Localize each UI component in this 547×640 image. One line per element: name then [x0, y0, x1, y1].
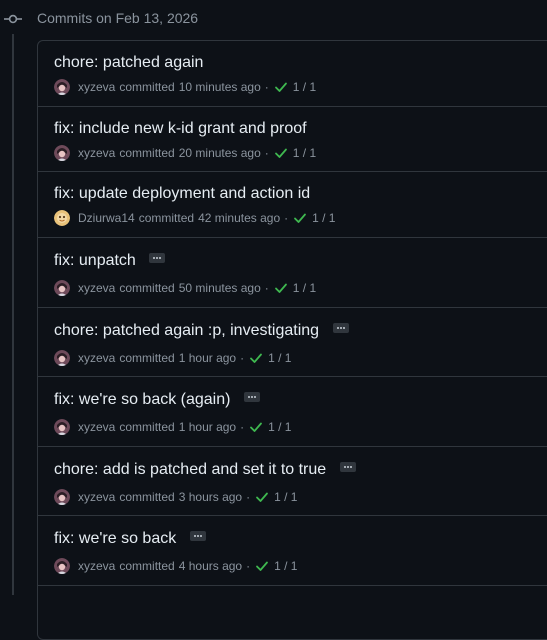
- avatar-xyzeva[interactable]: [54, 350, 70, 366]
- commit-author-link[interactable]: Dziurwa14: [78, 211, 135, 225]
- commit-row: fix: update deployment and action id Dzi…: [38, 172, 547, 238]
- check-icon[interactable]: [293, 211, 307, 225]
- commit-meta: xyzeva committed 1 hour ago · 1 / 1: [54, 418, 291, 436]
- commit-row: fix: include new k-id grant and proof xy…: [38, 107, 547, 172]
- commit-meta: Dziurwa14 committed 42 minutes ago · 1 /…: [54, 209, 335, 227]
- commit-message[interactable]: fix: we're so back (again): [54, 391, 230, 408]
- timeline-line: [12, 34, 14, 595]
- commit-author-link[interactable]: xyzeva: [78, 281, 115, 295]
- expand-commit-message-button[interactable]: [243, 391, 260, 402]
- check-status-count[interactable]: 1 / 1: [293, 80, 316, 94]
- check-icon[interactable]: [274, 80, 288, 94]
- check-icon[interactable]: [255, 490, 269, 504]
- avatar-xyzeva[interactable]: [54, 489, 70, 505]
- commit-message[interactable]: fix: unpatch: [54, 252, 136, 269]
- commit-title-link[interactable]: fix: include new k-id grant and proof: [54, 120, 307, 138]
- avatar-xyzeva[interactable]: [54, 558, 70, 574]
- check-status-count[interactable]: 1 / 1: [274, 559, 297, 573]
- commit-title-link[interactable]: fix: unpatch: [54, 252, 166, 270]
- commit-author-link[interactable]: xyzeva: [78, 351, 115, 365]
- commit-message[interactable]: chore: patched again :p, investigating: [54, 322, 319, 339]
- commit-row: chore: patched again :p, investigating x…: [38, 308, 547, 377]
- check-icon[interactable]: [249, 420, 263, 434]
- commit-day-header: Commits on Feb 13, 2026: [0, 0, 547, 36]
- check-status-count[interactable]: 1 / 1: [293, 146, 316, 160]
- commit-list: chore: patched again xyzeva committed 10…: [37, 40, 547, 640]
- committed-label: committed: [119, 281, 175, 295]
- commit-time: 4 hours ago: [178, 559, 243, 573]
- commit-time: 20 minutes ago: [178, 146, 261, 160]
- committed-label: committed: [119, 559, 175, 573]
- committed-label: committed: [119, 490, 175, 504]
- committed-label: committed: [119, 80, 175, 94]
- check-icon[interactable]: [274, 281, 288, 295]
- check-icon[interactable]: [255, 559, 269, 573]
- commit-row: chore: patched again xyzeva committed 10…: [38, 41, 547, 107]
- check-icon[interactable]: [274, 146, 288, 160]
- commit-meta: xyzeva committed 50 minutes ago · 1 / 1: [54, 279, 316, 297]
- commit-message[interactable]: chore: patched again: [54, 54, 203, 71]
- commit-time: 42 minutes ago: [198, 211, 281, 225]
- commit-author-link[interactable]: xyzeva: [78, 559, 115, 573]
- git-commit-icon: [4, 14, 22, 24]
- check-status-count[interactable]: 1 / 1: [312, 211, 335, 225]
- commit-message[interactable]: chore: add is patched and set it to true: [54, 461, 326, 478]
- commit-time: 1 hour ago: [178, 351, 237, 365]
- commit-author-link[interactable]: xyzeva: [78, 420, 115, 434]
- commit-message[interactable]: fix: we're so back: [54, 530, 176, 547]
- commit-meta: xyzeva committed 3 hours ago · 1 / 1: [54, 488, 297, 506]
- commit-title-link[interactable]: chore: add is patched and set it to true: [54, 461, 356, 479]
- commit-author-link[interactable]: xyzeva: [78, 490, 115, 504]
- check-status-count[interactable]: 1 / 1: [293, 281, 316, 295]
- commit-meta: xyzeva committed 10 minutes ago · 1 / 1: [54, 78, 316, 96]
- commit-time: 3 hours ago: [178, 490, 243, 504]
- expand-commit-message-button[interactable]: [189, 530, 206, 541]
- commit-row: fix: unpatch xyzeva committed 50 minutes…: [38, 238, 547, 308]
- commit-row: fix: we're so back (again) xyzeva commit…: [38, 377, 547, 447]
- commit-meta: xyzeva committed 20 minutes ago · 1 / 1: [54, 144, 316, 162]
- check-status-count[interactable]: 1 / 1: [268, 351, 291, 365]
- expand-commit-message-button[interactable]: [339, 461, 356, 472]
- check-icon[interactable]: [249, 351, 263, 365]
- check-status-count[interactable]: 1 / 1: [268, 420, 291, 434]
- commit-message[interactable]: fix: update deployment and action id: [54, 185, 310, 202]
- commit-title-link[interactable]: chore: patched again :p, investigating: [54, 322, 349, 340]
- commit-author-link[interactable]: xyzeva: [78, 146, 115, 160]
- committed-label: committed: [119, 351, 175, 365]
- meta-separator: ·: [246, 490, 251, 504]
- meta-separator: ·: [246, 559, 251, 573]
- meta-separator: ·: [240, 351, 245, 365]
- commit-time: 10 minutes ago: [178, 80, 261, 94]
- commit-title-link[interactable]: chore: patched again: [54, 54, 203, 72]
- check-status-count[interactable]: 1 / 1: [274, 490, 297, 504]
- commit-meta: xyzeva committed 1 hour ago · 1 / 1: [54, 349, 291, 367]
- commit-title-link[interactable]: fix: we're so back (again): [54, 391, 260, 409]
- commit-title-link[interactable]: fix: update deployment and action id: [54, 185, 310, 203]
- commit-author-link[interactable]: xyzeva: [78, 80, 115, 94]
- expand-commit-message-button[interactable]: [149, 252, 166, 263]
- committed-label: committed: [119, 146, 175, 160]
- commit-time: 50 minutes ago: [178, 281, 261, 295]
- avatar-xyzeva[interactable]: [54, 419, 70, 435]
- commit-time: 1 hour ago: [178, 420, 237, 434]
- committed-label: committed: [119, 420, 175, 434]
- meta-separator: ·: [264, 80, 269, 94]
- committed-label: committed: [138, 211, 195, 225]
- commit-title-link[interactable]: fix: we're so back: [54, 530, 206, 548]
- commit-message[interactable]: fix: include new k-id grant and proof: [54, 120, 307, 137]
- meta-separator: ·: [264, 281, 269, 295]
- commit-meta: xyzeva committed 4 hours ago · 1 / 1: [54, 557, 297, 575]
- commit-row: chore: add is patched and set it to true…: [38, 447, 547, 516]
- avatar-dziurwa14[interactable]: [54, 210, 70, 226]
- meta-separator: ·: [264, 146, 269, 160]
- avatar-xyzeva[interactable]: [54, 79, 70, 95]
- expand-commit-message-button[interactable]: [332, 322, 349, 333]
- meta-separator: ·: [284, 211, 289, 225]
- avatar-xyzeva[interactable]: [54, 145, 70, 161]
- commit-day-title: Commits on Feb 13, 2026: [37, 10, 199, 26]
- commit-row: fix: we're so back xyzeva committed 4 ho…: [38, 516, 547, 586]
- avatar-xyzeva[interactable]: [54, 280, 70, 296]
- meta-separator: ·: [240, 420, 245, 434]
